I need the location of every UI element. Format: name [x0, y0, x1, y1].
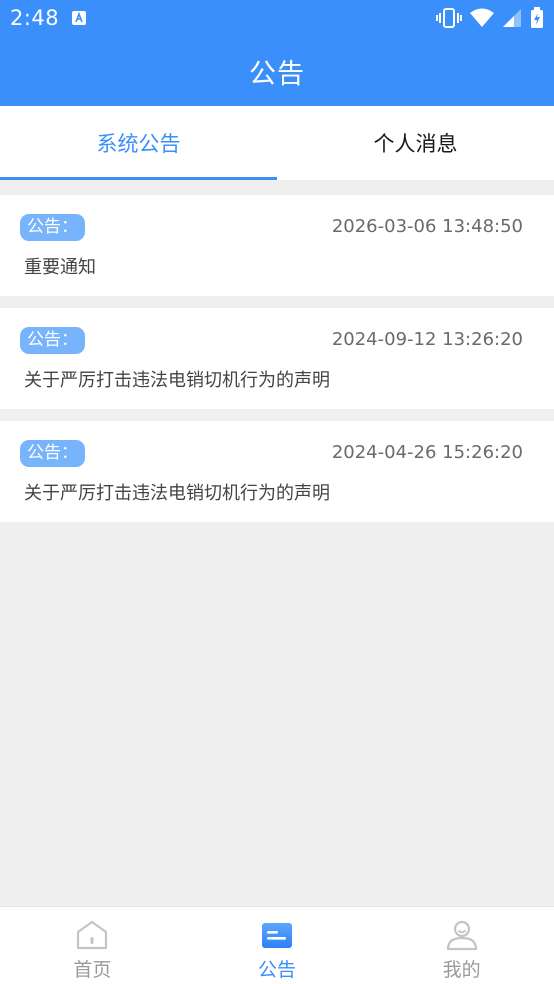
notice-badge: 公告： [20, 214, 85, 241]
status-time: 2:48 [10, 6, 60, 30]
tab-label: 系统公告 [96, 132, 181, 156]
signal-icon [503, 9, 521, 27]
notice-badge: 公告： [20, 440, 85, 467]
top-app-bar: 2:48 公告 [0, 0, 554, 106]
notice-item[interactable]: 公告： 2026-03-06 13:48:50 重要通知 [0, 195, 554, 296]
nav-label: 我的 [442, 959, 481, 981]
notice-title: 重要通知 [24, 257, 96, 278]
notice-item[interactable]: 公告： 2024-09-12 13:26:20 关于严厉打击违法电销切机行为的声… [0, 308, 554, 409]
notice-time: 2026-03-06 13:48:50 [331, 216, 523, 237]
home-icon [77, 920, 108, 950]
battery-icon [531, 7, 543, 28]
wifi-icon [470, 8, 494, 27]
user-icon [446, 920, 477, 951]
notice-item[interactable]: 公告： 2024-04-26 15:26:20 关于严厉打击违法电销切机行为的声… [0, 421, 554, 522]
bottom-navigation: 首页 公告 我的 [0, 906, 554, 984]
tab-bar: 系统公告 个人消息 [0, 106, 554, 180]
notice-title: 关于严厉打击违法电销切机行为的声明 [24, 370, 330, 391]
nav-label: 首页 [73, 959, 112, 981]
nav-notices[interactable]: 公告 [185, 907, 370, 984]
tab-system-notices[interactable]: 系统公告 [0, 106, 277, 180]
notice-title: 关于严厉打击违法电销切机行为的声明 [24, 483, 330, 504]
nav-label: 公告 [257, 959, 296, 981]
notice-icon [261, 923, 292, 948]
nav-home[interactable]: 首页 [0, 907, 185, 984]
app-notification-icon [72, 11, 86, 25]
nav-profile[interactable]: 我的 [369, 907, 554, 984]
page-title: 公告 [249, 59, 305, 90]
status-icons [436, 7, 544, 29]
tab-label: 个人消息 [373, 132, 458, 156]
notice-list: 公告： 2026-03-06 13:48:50 重要通知 公告： 2024-09… [0, 195, 554, 534]
notice-time: 2024-09-12 13:26:20 [331, 329, 523, 350]
tab-personal-messages[interactable]: 个人消息 [277, 106, 554, 180]
vibrate-icon [436, 8, 462, 28]
notice-badge: 公告： [20, 327, 85, 354]
status-bar: 2:48 [0, 0, 554, 36]
notice-time: 2024-04-26 15:26:20 [331, 442, 523, 463]
